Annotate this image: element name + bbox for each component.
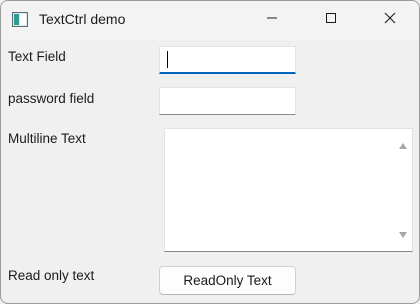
title-bar[interactable]: TextCtrl demo [1, 1, 419, 39]
maximize-button[interactable] [308, 1, 354, 39]
password-field-label: password field [8, 91, 95, 106]
app-window: TextCtrl demo Text Field password field [0, 0, 420, 304]
text-cursor [167, 51, 168, 68]
close-button[interactable] [367, 1, 413, 39]
minimize-icon [266, 11, 278, 29]
readonly-text-button[interactable]: ReadOnly Text [159, 266, 296, 295]
minimize-button[interactable] [249, 1, 295, 39]
multiline-text-area[interactable] [164, 128, 413, 252]
text-field-input[interactable] [159, 46, 296, 74]
maximize-icon [325, 11, 337, 29]
form-panel: Text Field password field Multiline Text… [1, 39, 419, 303]
readonly-text-label: Read only text [8, 268, 95, 283]
scroll-up-arrow-icon[interactable] [398, 137, 408, 155]
text-field-label: Text Field [8, 49, 66, 64]
multiline-text-input[interactable] [165, 129, 394, 251]
multiline-scrollbar[interactable] [394, 129, 412, 251]
multiline-text-label: Multiline Text [8, 131, 86, 146]
window-title: TextCtrl demo [39, 11, 126, 27]
password-field-input[interactable] [159, 87, 296, 115]
close-icon [384, 11, 396, 29]
scroll-down-arrow-icon[interactable] [398, 226, 408, 244]
app-window-icon [12, 12, 28, 27]
